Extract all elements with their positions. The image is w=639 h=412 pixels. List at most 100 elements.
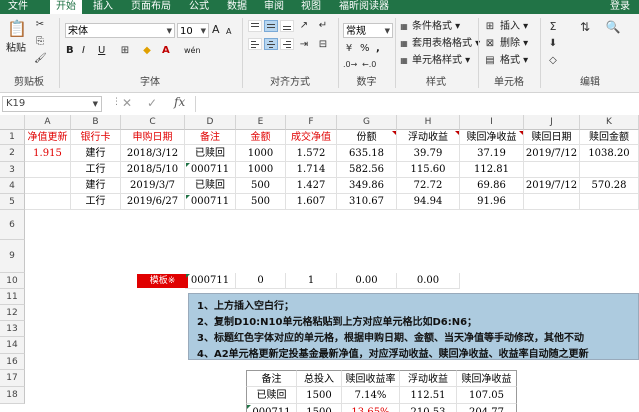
summary-cell[interactable]: 7.14%: [342, 387, 400, 404]
header-cell[interactable]: 赎回净收益: [460, 130, 524, 145]
table-cell[interactable]: 635.18: [337, 145, 397, 162]
align-right-button[interactable]: [280, 38, 294, 50]
row-header[interactable]: 13: [0, 321, 25, 337]
header-cell[interactable]: 银行卡: [71, 130, 121, 145]
tab-insert[interactable]: 插入: [88, 0, 118, 14]
summary-header[interactable]: 备注: [246, 370, 297, 387]
decrease-decimal-icon[interactable]: ←.0: [362, 58, 376, 72]
summary-header[interactable]: 赎回收益率: [342, 370, 400, 387]
align-bottom-button[interactable]: [280, 20, 294, 32]
tab-formulas[interactable]: 公式: [184, 0, 214, 14]
row-header[interactable]: 11: [0, 289, 25, 305]
table-cell[interactable]: 已赎回: [185, 145, 236, 162]
paste-button[interactable]: 粘贴: [6, 42, 26, 56]
table-cell[interactable]: 500: [236, 178, 286, 194]
column-header[interactable]: B: [71, 115, 121, 130]
table-cell[interactable]: 500: [236, 194, 286, 210]
table-cell[interactable]: 2019/6/27: [121, 194, 185, 210]
table-cell[interactable]: 349.86: [337, 178, 397, 194]
summary-header[interactable]: 赎回净收益: [457, 370, 517, 387]
column-header[interactable]: E: [236, 115, 286, 130]
row-header[interactable]: 3: [0, 162, 25, 178]
table-cell[interactable]: 建行: [71, 178, 121, 194]
table-cell[interactable]: 1000: [236, 145, 286, 162]
find-select-icon[interactable]: 🔍: [604, 20, 622, 34]
summary-cell[interactable]: 1500: [297, 404, 342, 412]
bold-button[interactable]: B: [66, 44, 74, 58]
column-header[interactable]: K: [580, 115, 639, 130]
table-cell[interactable]: [25, 194, 71, 210]
align-top-button[interactable]: [248, 20, 262, 32]
header-cell[interactable]: 份额: [337, 130, 397, 145]
tab-view[interactable]: 视图: [296, 0, 326, 14]
cut-icon[interactable]: ✂: [34, 18, 46, 32]
paste-icon[interactable]: 📋: [6, 18, 28, 40]
confirm-entry-icon[interactable]: ✓: [147, 96, 157, 110]
table-cell[interactable]: 115.60: [397, 162, 460, 178]
table-cell[interactable]: 1: [286, 273, 337, 289]
tab-page-layout[interactable]: 页面布局: [126, 0, 176, 14]
table-cell[interactable]: 94.94: [397, 194, 460, 210]
insert-function-icon[interactable]: fx: [174, 95, 185, 109]
row-header[interactable]: 14: [0, 337, 25, 354]
table-cell[interactable]: 91.96: [460, 194, 524, 210]
row-header[interactable]: 9: [0, 240, 25, 273]
row-header[interactable]: 16: [0, 354, 25, 370]
header-cell[interactable]: 赎回金额: [580, 130, 639, 145]
table-cell[interactable]: 1038.20: [580, 145, 639, 162]
currency-icon[interactable]: ¥: [343, 42, 355, 56]
row-header[interactable]: 10: [0, 273, 25, 289]
table-cell[interactable]: [524, 162, 580, 178]
row-header[interactable]: 17: [0, 370, 25, 387]
table-cell[interactable]: [25, 162, 71, 178]
table-cell[interactable]: 建行: [71, 145, 121, 162]
table-cell[interactable]: 0.00: [397, 273, 460, 289]
percent-button[interactable]: %: [360, 42, 370, 56]
summary-cell[interactable]: 210.53: [400, 404, 457, 412]
column-header[interactable]: H: [397, 115, 460, 130]
table-cell[interactable]: 0: [236, 273, 286, 289]
table-cell[interactable]: 000711: [185, 273, 236, 289]
summary-cell[interactable]: 112.51: [400, 387, 457, 404]
sort-filter-icon[interactable]: ⇅: [576, 20, 594, 34]
column-header[interactable]: A: [25, 115, 71, 130]
border-icon[interactable]: ⊞: [118, 44, 132, 58]
table-cell[interactable]: 112.81: [460, 162, 524, 178]
underline-button[interactable]: U: [98, 44, 105, 58]
table-cell[interactable]: [580, 194, 639, 210]
row-header[interactable]: 4: [0, 178, 25, 194]
table-cell[interactable]: 1.714: [286, 162, 337, 178]
indent-icon[interactable]: ⇥: [297, 38, 311, 52]
insert-cells-button[interactable]: 插入 ▾: [500, 20, 528, 34]
copy-icon[interactable]: ⎘: [34, 35, 46, 49]
login-link[interactable]: 登录: [605, 0, 635, 14]
summary-cell[interactable]: 已赎回: [246, 387, 297, 404]
summary-cell[interactable]: 204.77: [457, 404, 517, 412]
select-all-corner[interactable]: [0, 115, 25, 130]
table-cell[interactable]: 1.427: [286, 178, 337, 194]
column-header[interactable]: C: [121, 115, 185, 130]
table-cell[interactable]: 1.915: [25, 145, 71, 162]
font-name-select[interactable]: 宋体 ▼: [65, 23, 175, 38]
table-cell[interactable]: 39.79: [397, 145, 460, 162]
tab-file[interactable]: 文件: [0, 0, 36, 14]
table-cell[interactable]: 000711: [185, 194, 236, 210]
table-cell[interactable]: 0.00: [337, 273, 397, 289]
font-size-select[interactable]: 10 ▼: [177, 23, 209, 38]
table-cell[interactable]: 69.86: [460, 178, 524, 194]
phonetic-button[interactable]: wén: [184, 44, 201, 58]
increase-decimal-icon[interactable]: .0→: [343, 58, 357, 72]
column-header[interactable]: D: [185, 115, 236, 130]
header-cell[interactable]: 申购日期: [121, 130, 185, 145]
cell-styles-button[interactable]: 单元格样式 ▾: [412, 54, 470, 68]
italic-button[interactable]: I: [82, 44, 85, 58]
fill-icon[interactable]: ⬇: [546, 37, 560, 51]
summary-header[interactable]: 浮动收益: [400, 370, 457, 387]
column-header[interactable]: G: [337, 115, 397, 130]
table-cell[interactable]: 工行: [71, 194, 121, 210]
wrap-text-icon[interactable]: ↵: [316, 19, 330, 33]
table-cell[interactable]: 1000: [236, 162, 286, 178]
table-cell[interactable]: 2019/7/12: [524, 145, 580, 162]
header-cell[interactable]: 浮动收益: [397, 130, 460, 145]
table-cell[interactable]: 570.28: [580, 178, 639, 194]
